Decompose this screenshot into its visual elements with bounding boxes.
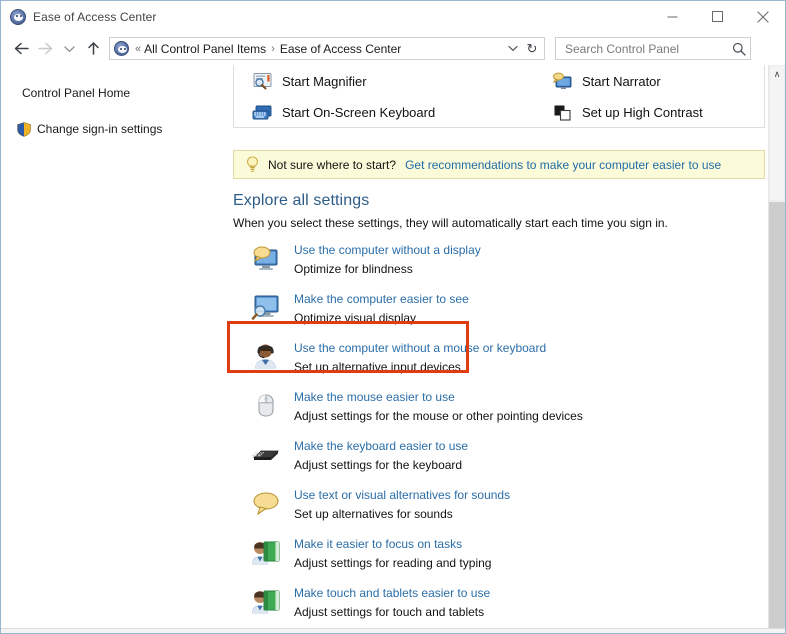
explore-all-settings-heading: Explore all settings	[233, 192, 370, 209]
lightbulb-icon	[246, 156, 259, 172]
setting-item-make-it-easier-to-focus-on-tasks[interactable]: Make it easier to focus on tasks Adjust …	[233, 533, 773, 582]
setting-item-description: Adjust settings for the mouse or other p…	[294, 409, 583, 423]
setting-item-link[interactable]: Make the keyboard easier to use	[294, 437, 468, 456]
monitor-magnify-icon	[251, 295, 279, 320]
setting-item-link[interactable]: Make the mouse easier to use	[294, 388, 583, 407]
setting-item-description: Adjust settings for reading and typing	[294, 556, 492, 570]
quick-action-label: Start On-Screen Keyboard	[282, 105, 436, 120]
settings-list: Use the computer without a display Optim…	[233, 239, 773, 631]
breadcrumb-overflow[interactable]: «	[135, 43, 141, 55]
scrollbar-thumb[interactable]	[769, 65, 785, 201]
shield-icon	[17, 121, 31, 137]
recent-locations-button[interactable]	[57, 37, 81, 61]
setting-item-make-the-keyboard-easier-to-use[interactable]: Make the keyboard easier to use Adjust s…	[233, 435, 773, 484]
up-button[interactable]	[81, 37, 105, 61]
high-contrast-icon	[554, 105, 571, 121]
content-pane: Start Magnifier Start Narrator Start On-…	[207, 65, 785, 633]
magnifier-icon	[253, 73, 272, 90]
quick-access-box: Start Magnifier Start Narrator Start On-…	[233, 65, 765, 128]
sidebar-item-change-sign-in-settings[interactable]: Change sign-in settings	[1, 118, 207, 140]
on-screen-keyboard-icon	[252, 105, 272, 120]
refresh-button[interactable]: ↻	[522, 38, 542, 59]
setting-item-link[interactable]: Use the computer without a mouse or keyb…	[294, 339, 546, 358]
setting-item-make-the-mouse-easier-to-use[interactable]: Make the mouse easier to use Adjust sett…	[233, 386, 773, 435]
status-bar	[1, 628, 785, 633]
setting-item-link[interactable]: Use the computer without a display	[294, 241, 481, 260]
quick-action-set-up-high-contrast[interactable]: Set up High Contrast	[500, 97, 766, 128]
window-controls	[650, 1, 785, 32]
keyboard-icon	[251, 450, 280, 460]
back-button[interactable]	[9, 37, 33, 61]
scrollbar-track[interactable]	[769, 202, 785, 633]
maximize-button[interactable]	[695, 1, 740, 32]
search-icon[interactable]	[732, 42, 746, 56]
person-headset-icon	[255, 344, 276, 369]
setting-item-description: Adjust settings for touch and tablets	[294, 605, 485, 619]
close-button[interactable]	[740, 1, 785, 32]
setting-item-make-the-computer-easier-to-see[interactable]: Make the computer easier to see Optimize…	[233, 288, 773, 337]
forward-button[interactable]	[33, 37, 57, 61]
banner-recommendations-link[interactable]: Get recommendations to make your compute…	[405, 158, 721, 172]
navigation-pane: Control Panel Home Change sign-in settin…	[1, 65, 207, 633]
breadcrumb-item-ease-of-access-center[interactable]: Ease of Access Center	[280, 42, 401, 56]
breadcrumb-ease-of-access-icon	[114, 41, 129, 56]
sidebar-item-label: Control Panel Home	[22, 86, 131, 100]
setting-item-description: Set up alternatives for sounds	[294, 507, 453, 521]
setting-item-link[interactable]: Make the computer easier to see	[294, 290, 469, 309]
sidebar-item-control-panel-home[interactable]: Control Panel Home	[1, 82, 207, 104]
setting-item-use-the-computer-without-a-mouse-or-keyboard[interactable]: Use the computer without a mouse or keyb…	[233, 337, 773, 386]
ease-of-access-center-window: Ease of Access Center « All Control Pane…	[0, 0, 786, 634]
address-bar: « All Control Panel Items › Ease of Acce…	[1, 32, 785, 65]
breadcrumb-separator[interactable]: ›	[271, 43, 275, 55]
display-speech-icon	[253, 246, 278, 270]
setting-item-description: Adjust settings for the keyboard	[294, 458, 463, 472]
setting-item-description: Optimize visual display	[294, 311, 417, 325]
quick-action-start-on-screen-keyboard[interactable]: Start On-Screen Keyboard	[234, 97, 500, 128]
sidebar-item-label: Change sign-in settings	[37, 122, 163, 136]
ease-of-access-icon	[10, 8, 26, 25]
breadcrumb-bar[interactable]: « All Control Panel Items › Ease of Acce…	[109, 37, 545, 60]
recommendation-banner: Not sure where to start? Get recommendat…	[233, 150, 765, 179]
quick-action-start-narrator[interactable]: Start Narrator	[500, 66, 766, 97]
title-bar: Ease of Access Center	[1, 1, 785, 32]
minimize-button[interactable]	[650, 1, 695, 32]
mouse-icon	[258, 394, 274, 417]
scrollbar-up-arrow[interactable]: ∧	[769, 67, 785, 81]
setting-item-description: Optimize for blindness	[294, 262, 413, 276]
quick-action-start-magnifier[interactable]: Start Magnifier	[234, 66, 500, 97]
search-box[interactable]	[555, 37, 751, 60]
speech-bubble-icon	[253, 492, 279, 516]
person-book-icon	[252, 590, 280, 614]
title-bar-left: Ease of Access Center	[1, 8, 157, 25]
quick-action-label: Set up High Contrast	[582, 105, 703, 120]
body-area: Control Panel Home Change sign-in settin…	[1, 65, 785, 633]
breadcrumb-item-all-control-panel-items[interactable]: All Control Panel Items	[144, 42, 266, 56]
setting-item-link[interactable]: Make it easier to focus on tasks	[294, 535, 491, 554]
quick-action-label: Start Narrator	[582, 74, 661, 89]
setting-item-use-text-or-visual-alternatives-for-sounds[interactable]: Use text or visual alternatives for soun…	[233, 484, 773, 533]
setting-item-description: Set up alternative input devices	[294, 360, 461, 374]
setting-item-make-touch-and-tablets-easier-to-use[interactable]: Make touch and tablets easier to use Adj…	[233, 582, 773, 631]
search-input[interactable]	[563, 40, 732, 57]
window-title: Ease of Access Center	[33, 9, 157, 24]
setting-item-use-the-computer-without-a-display[interactable]: Use the computer without a display Optim…	[233, 239, 773, 288]
person-book-icon	[252, 541, 280, 565]
setting-item-link[interactable]: Make touch and tablets easier to use	[294, 584, 490, 603]
quick-action-label: Start Magnifier	[282, 74, 367, 89]
content-scrollbar[interactable]: ∧	[768, 65, 785, 633]
explore-all-settings-subtitle: When you select these settings, they wil…	[233, 216, 668, 230]
breadcrumb-dropdown-button[interactable]	[504, 38, 522, 59]
narrator-icon	[553, 72, 572, 89]
setting-item-link[interactable]: Use text or visual alternatives for soun…	[294, 486, 510, 505]
banner-text: Not sure where to start?	[268, 157, 397, 172]
